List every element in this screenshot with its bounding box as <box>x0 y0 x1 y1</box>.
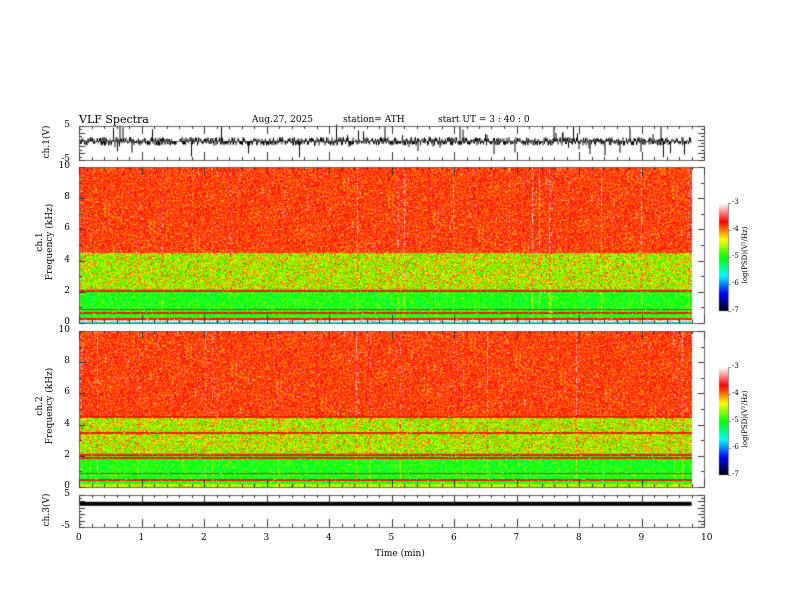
colorbar1-label: log(PSD)(V²/Hz) <box>741 226 749 284</box>
x-tick-label: 3 <box>263 533 270 543</box>
colorbar-tick-label: -5 <box>732 252 739 260</box>
x-tick-label: 9 <box>638 533 645 543</box>
y-tick-label: 2 <box>64 449 70 460</box>
ch1-label: ch.1 <box>35 232 45 252</box>
colorbar-tick-label: -4 <box>732 389 739 397</box>
ch3-ylabel: ch.3(V) <box>42 493 52 527</box>
y-tick-label: 8 <box>64 356 70 367</box>
start-time-label: start UT = 3 : 40 : 0 <box>438 115 530 125</box>
x-tick-label: 10 <box>701 533 713 543</box>
y-tick-label: -5 <box>61 154 70 164</box>
x-tick-label: 1 <box>138 533 145 543</box>
y-tick-label: 2 <box>64 285 70 296</box>
colorbar-tick-label: -6 <box>732 279 739 287</box>
y-tick-label: 6 <box>64 387 70 398</box>
x-tick-label: 8 <box>576 533 582 543</box>
colorbar-tick-label: -3 <box>732 198 739 206</box>
colorbar-tick-label: -7 <box>732 470 739 478</box>
colorbar-tick-label: -4 <box>732 225 739 233</box>
date-label: Aug.27, 2025 <box>252 115 313 125</box>
x-tick-label: 2 <box>201 533 207 543</box>
y-tick-label: 5 <box>64 120 70 130</box>
colorbar-tick-label: -6 <box>732 443 739 451</box>
y-tick-label: 10 <box>58 325 70 335</box>
x-tick-label: 7 <box>513 533 520 543</box>
x-tick-label: 6 <box>451 533 457 543</box>
freq-label: Frequency (kHz) <box>45 203 55 281</box>
y-tick-label: 8 <box>64 192 70 203</box>
ch1-ylabel: ch.1(V) <box>42 125 52 159</box>
ch2-label: ch.2 <box>35 396 45 416</box>
y-tick-label: 5 <box>64 489 70 499</box>
ch2-freq-ylabel: ch.2 Frequency (kHz) <box>35 351 55 461</box>
x-tick-label: 0 <box>76 533 82 543</box>
y-tick-label: 6 <box>64 223 70 234</box>
y-tick-label: 4 <box>64 254 70 265</box>
x-axis-label: Time (min) <box>375 549 425 559</box>
freq-label: Frequency (kHz) <box>45 367 55 445</box>
ch1-freq-ylabel: ch.1 Frequency (kHz) <box>35 187 55 297</box>
colorbar-tick-label: -3 <box>732 362 739 370</box>
colorbar-tick-label: -5 <box>732 416 739 424</box>
y-tick-label: -5 <box>61 521 70 531</box>
chart-title: VLF Spectra <box>79 113 149 126</box>
plot-canvas <box>0 0 792 612</box>
x-tick-label: 4 <box>326 533 332 543</box>
x-tick-label: 5 <box>388 533 395 543</box>
station-label: station= ATH <box>343 115 405 125</box>
y-tick-label: 4 <box>64 418 70 429</box>
colorbar-tick-label: -7 <box>732 306 739 314</box>
colorbar2-label: log(PSD)(V²/Hz) <box>741 390 749 448</box>
